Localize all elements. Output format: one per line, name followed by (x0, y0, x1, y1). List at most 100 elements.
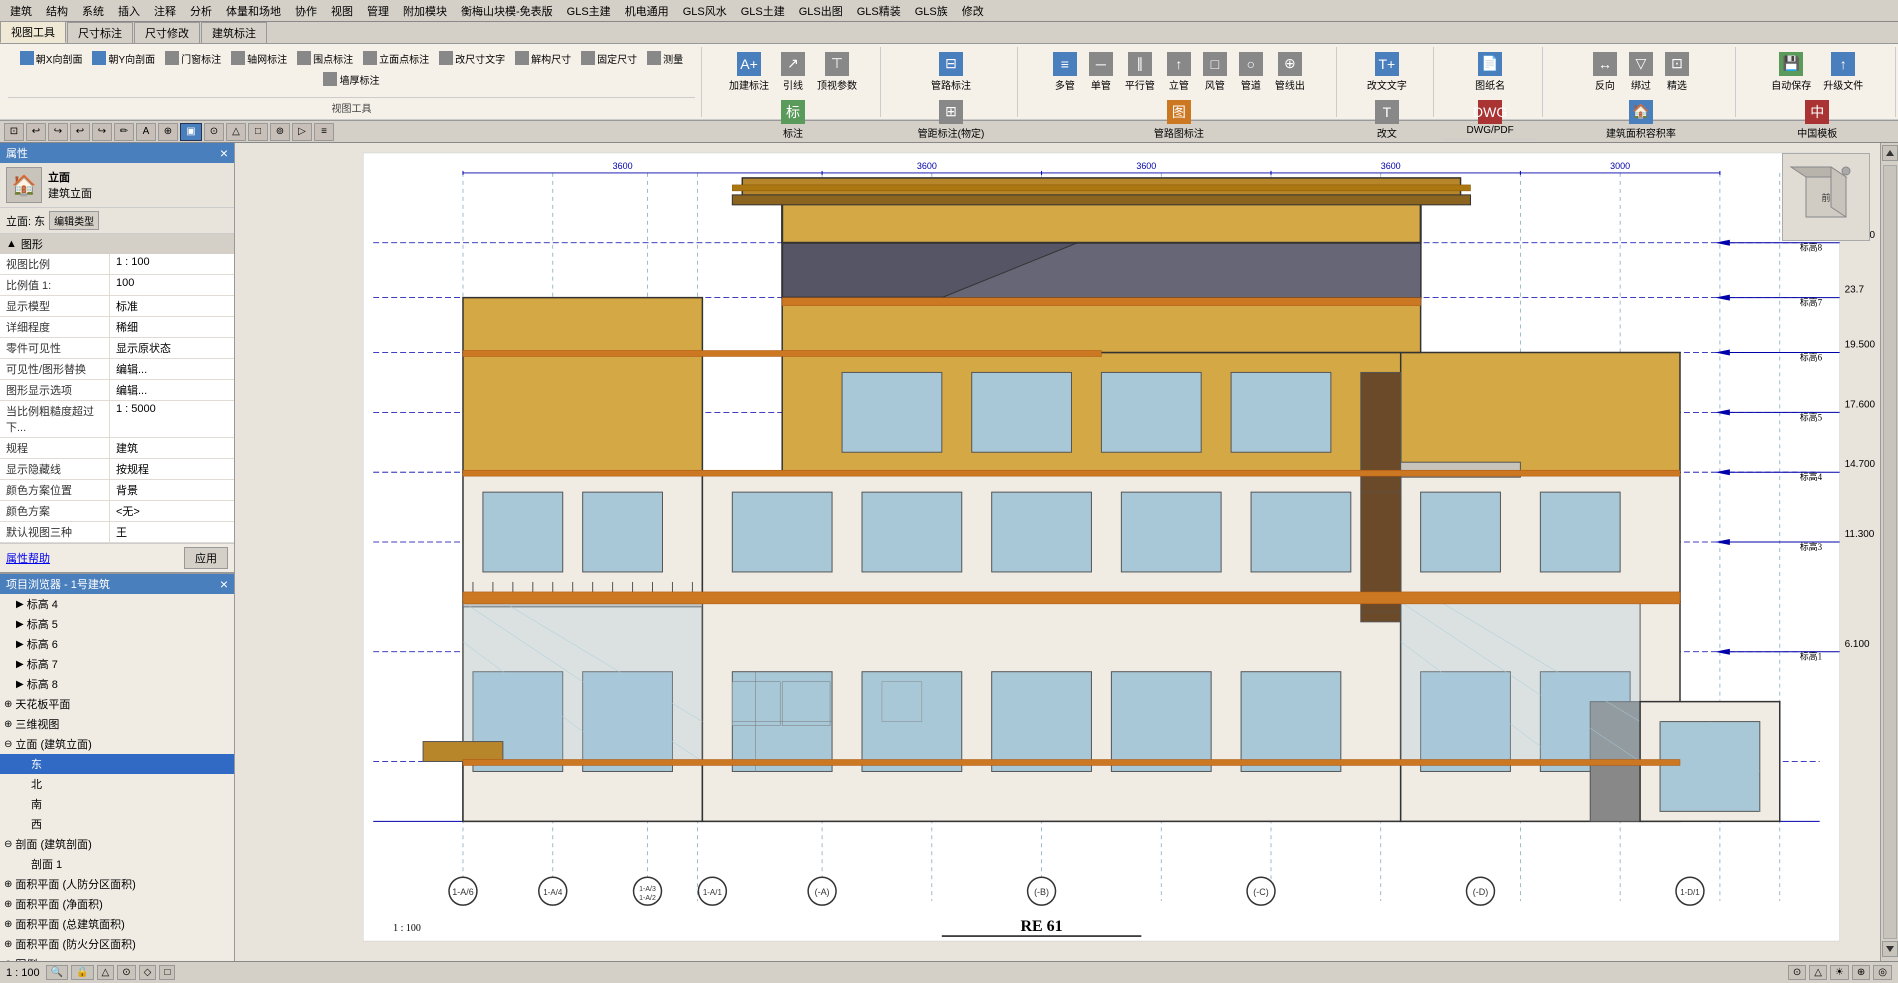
pb-item-level5[interactable]: ▶ 标高 5 (0, 614, 234, 634)
pb-item-area-fire[interactable]: ⊕ 面积平面 (防火分区面积) (0, 934, 234, 954)
menu-item-massing[interactable]: 体量和场地 (220, 1, 287, 21)
menu-item-gls-family[interactable]: GLS族 (909, 1, 954, 21)
btn-sheet-name[interactable]: 📄 图纸名 (1470, 49, 1510, 95)
menu-item-gls-main[interactable]: GLS主建 (561, 1, 617, 21)
pb-item-level4[interactable]: ▶ 标高 4 (0, 594, 234, 614)
pb-item-area-total[interactable]: ⊕ 面积平面 (总建筑面积) (0, 914, 234, 934)
btn-cn-template[interactable]: 中 中国模板 (1792, 97, 1842, 143)
menu-item-modify[interactable]: 修改 (956, 1, 990, 21)
btn-fix-dim[interactable]: 固定尺寸 (577, 49, 641, 68)
btn-autosave[interactable]: 💾 自动保存 (1766, 49, 1816, 95)
prop-val-color-scheme-pos[interactable]: 背景 (110, 480, 234, 500)
prop-val-vis-graphics[interactable]: 编辑... (110, 359, 234, 379)
prop-val-parts-vis[interactable]: 显示原状态 (110, 338, 234, 358)
status-btn-square[interactable]: □ (159, 965, 175, 980)
btn-multi-pipe[interactable]: ≡ 多管 (1048, 49, 1082, 95)
menu-item-system[interactable]: 系统 (76, 1, 110, 21)
btn-break-dim[interactable]: 解构尺寸 (511, 49, 575, 68)
qa-btn-8[interactable]: ⊕ (158, 123, 178, 141)
btn-upgrade[interactable]: ↑ 升级文件 (1818, 49, 1868, 95)
pb-item-level7[interactable]: ▶ 标高 7 (0, 654, 234, 674)
prop-val-detail-level[interactable]: 稀细 (110, 317, 234, 337)
drawing-area[interactable]: 前 (235, 143, 1898, 961)
status-btn-lock[interactable]: 🔒 (71, 965, 93, 980)
qa-btn-14[interactable]: ≡ (314, 123, 334, 141)
properties-close-btn[interactable]: × (220, 145, 228, 161)
status-btn-diamond[interactable]: ◇ (139, 965, 157, 980)
btn-reverse[interactable]: ↔ 反向 (1588, 49, 1622, 95)
menu-item-addins[interactable]: 附加模块 (397, 1, 453, 21)
ribbon-tab-dim[interactable]: 尺寸标注 (67, 22, 133, 43)
pb-item-3d-view[interactable]: ⊕ 三维视图 (0, 714, 234, 734)
btn-mark[interactable]: 标 标注 (776, 97, 810, 143)
prop-val-color-scheme[interactable]: <无> (110, 501, 234, 521)
btn-measure[interactable]: 测量 (643, 49, 687, 68)
props-section-graphic[interactable]: ▲ 图形 (0, 234, 234, 254)
menu-item-annotate[interactable]: 注释 (148, 1, 182, 21)
btn-add-annot[interactable]: A+ 加建标注 (724, 49, 774, 95)
qa-btn-13[interactable]: ▷ (292, 123, 312, 141)
project-browser-close-btn[interactable]: × (220, 576, 228, 592)
pb-item-south[interactable]: 南 (0, 794, 234, 814)
status-btn-view2[interactable]: △ (1809, 965, 1827, 980)
ribbon-tab-dim-modify[interactable]: 尺寸修改 (134, 22, 200, 43)
menu-item-gls-block[interactable]: 衡梅山块模-免表版 (455, 1, 559, 21)
ribbon-tab-view-tools[interactable]: 视图工具 (0, 21, 66, 43)
btn-parallel-pipe[interactable]: ∥ 平行管 (1120, 49, 1160, 95)
qa-btn-9[interactable]: ⊙ (204, 123, 224, 141)
prop-val-hidden-lines[interactable]: 按规程 (110, 459, 234, 479)
qa-btn-6[interactable]: ✏ (114, 123, 134, 141)
qa-btn-12[interactable]: ⊚ (270, 123, 290, 141)
menu-item-gls-fengshui[interactable]: GLS风水 (677, 1, 733, 21)
btn-duct[interactable]: □ 风管 (1198, 49, 1232, 95)
btn-door-win-mark[interactable]: 门窗标注 (161, 49, 225, 68)
menu-item-architecture[interactable]: 建筑 (4, 1, 38, 21)
btn-dwg-pdf[interactable]: DWG DWG/PDF (1462, 97, 1519, 139)
pb-item-section[interactable]: ⊖ 剖面 (建筑剖面) (0, 834, 234, 854)
menu-item-gls-civil[interactable]: GLS土建 (735, 1, 791, 21)
btn-filter[interactable]: ▽ 绑过 (1624, 49, 1658, 95)
edit-type-btn[interactable]: 编辑类型 (49, 211, 99, 230)
scroll-down-btn[interactable] (1882, 941, 1898, 957)
prop-val-discipline[interactable]: 建筑 (110, 438, 234, 458)
btn-modify-text[interactable]: T+ 改文文字 (1362, 49, 1412, 95)
props-help-link[interactable]: 属性帮助 (6, 550, 50, 566)
pb-item-section1[interactable]: 剖面 1 (0, 854, 234, 874)
btn-select-location[interactable]: 🏠 建筑面积容积率 (1601, 97, 1681, 143)
btn-single-pipe[interactable]: ─ 单管 (1084, 49, 1118, 95)
pb-item-west[interactable]: 西 (0, 814, 234, 834)
status-btn-circle[interactable]: ⊙ (117, 965, 135, 980)
btn-riser[interactable]: ↑ 立管 (1162, 49, 1196, 95)
status-btn-triangle[interactable]: △ (97, 965, 115, 980)
btn-pipe-dist[interactable]: ⊞ 管距标注(物定) (913, 97, 990, 143)
menu-item-manage[interactable]: 管理 (361, 1, 395, 21)
btn-wall-thickness[interactable]: 墙厚标注 (319, 70, 383, 89)
btn-pipe-out[interactable]: ⊕ 管线出 (1270, 49, 1310, 95)
btn-section-x[interactable]: 朝X向剖面 (16, 49, 87, 68)
status-btn-zoom[interactable]: 🔍 (46, 965, 68, 980)
menu-item-structure[interactable]: 结构 (40, 1, 74, 21)
status-btn-view3[interactable]: ☀ (1830, 965, 1849, 980)
btn-pipe-mark[interactable]: ⊟ 管路标注 (926, 49, 976, 95)
menu-item-gls-decoration[interactable]: GLS精装 (851, 1, 907, 21)
qa-btn-7[interactable]: A (136, 123, 156, 141)
btn-top-view-param[interactable]: ⊤ 顶视参数 (812, 49, 862, 95)
btn-grid-mark[interactable]: 轴网标注 (227, 49, 291, 68)
scroll-track[interactable] (1883, 165, 1897, 939)
qa-btn-select[interactable]: ▣ (180, 123, 202, 141)
prop-val-scale[interactable]: 1 : 100 (110, 254, 234, 274)
pb-item-area-net[interactable]: ⊕ 面积平面 (净面积) (0, 894, 234, 914)
pb-item-north[interactable]: 北 (0, 774, 234, 794)
status-btn-view4[interactable]: ⊕ (1852, 965, 1870, 980)
qa-btn-4[interactable]: ↩ (70, 123, 90, 141)
status-btn-view5[interactable]: ◎ (1873, 965, 1892, 980)
pb-item-level6[interactable]: ▶ 标高 6 (0, 634, 234, 654)
qa-btn-5[interactable]: ↪ (92, 123, 112, 141)
btn-edit-text[interactable]: T 改文 (1370, 97, 1404, 143)
menu-item-gls-drawing[interactable]: GLS出图 (793, 1, 849, 21)
btn-modify-dim-text[interactable]: 改尺寸文字 (435, 49, 509, 68)
prop-val-display-model[interactable]: 标准 (110, 296, 234, 316)
nav-cube[interactable]: 前 (1782, 153, 1870, 241)
props-apply-btn[interactable]: 应用 (184, 547, 228, 569)
prop-val-scale-val[interactable]: 100 (110, 275, 234, 295)
